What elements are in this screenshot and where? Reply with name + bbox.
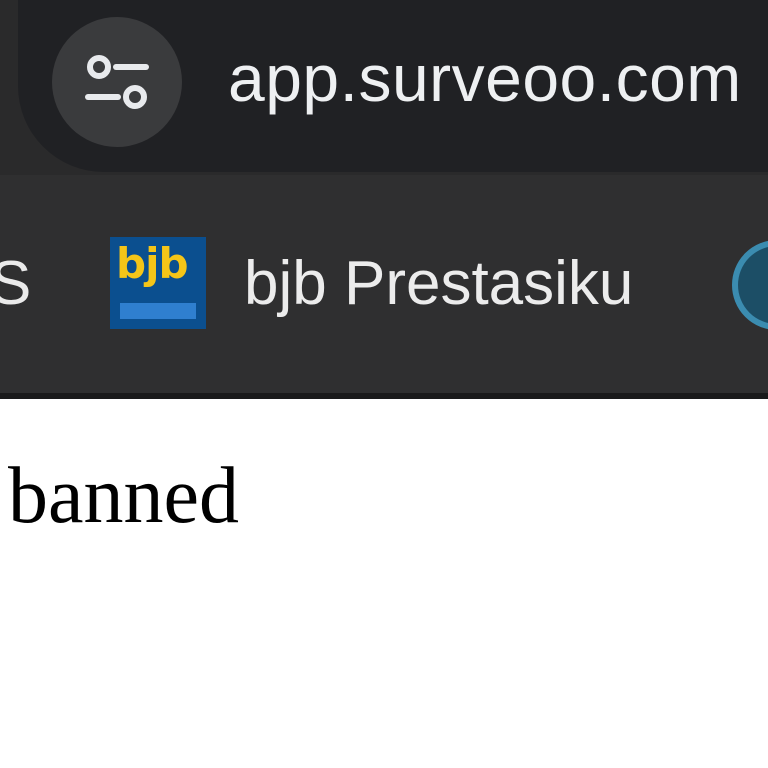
favicon-stripe — [120, 303, 196, 319]
page-body-text: banned — [8, 452, 240, 540]
browser-window: app.surveoo.com S bjb bjb Prestasiku ban… — [0, 0, 768, 768]
url-text[interactable]: app.surveoo.com — [228, 40, 742, 116]
page-content: banned — [0, 399, 768, 768]
bookmark-label: bjb Prestasiku — [244, 248, 634, 318]
site-info-button[interactable] — [52, 17, 182, 147]
favicon-text: bjb — [116, 239, 189, 288]
bookmark-item-bjb-prestasiku[interactable]: bjb bjb Prestasiku — [110, 235, 633, 331]
address-bar[interactable]: app.surveoo.com — [18, 0, 768, 172]
bjb-favicon-icon: bjb — [110, 237, 206, 329]
bookmark-item-partial[interactable]: S — [0, 248, 31, 319]
browser-toolbar: app.surveoo.com — [0, 0, 768, 175]
tune-icon — [85, 55, 149, 109]
